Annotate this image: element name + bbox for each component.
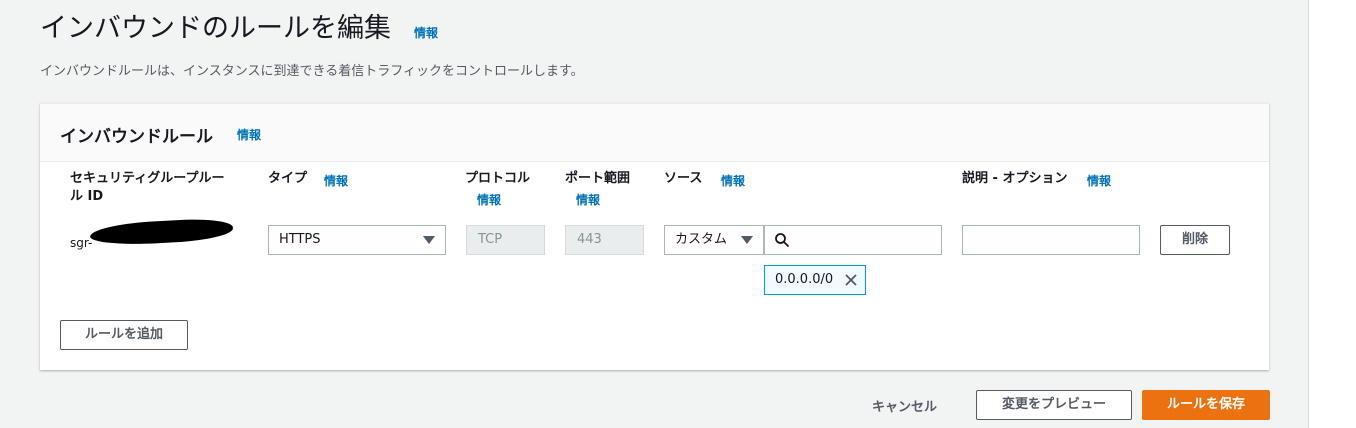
column-header-source-info-link[interactable]: 情報 [721, 172, 745, 189]
cancel-button[interactable]: キャンセル [872, 396, 937, 415]
column-header-rule-id-line2: ル ID [70, 189, 104, 204]
column-header-rule-id: セキュリティグループルー ル ID [70, 170, 250, 206]
column-header-description-info-link[interactable]: 情報 [1087, 172, 1111, 189]
source-search-input[interactable] [764, 225, 942, 255]
source-type-select[interactable]: カスタム [664, 225, 764, 255]
source-type-select-value: カスタム [675, 232, 728, 247]
panel-header: インバウンドルール 情報 [40, 104, 1269, 162]
add-rule-button[interactable]: ルールを追加 [60, 320, 188, 350]
source-cidr-token-label: 0.0.0.0/0 [775, 272, 834, 287]
page-title-info-link[interactable]: 情報 [414, 24, 438, 41]
column-header-port-range: ポート範囲 [565, 171, 631, 186]
search-icon [775, 233, 789, 247]
close-icon[interactable] [843, 272, 859, 288]
save-rules-button[interactable]: ルールを保存 [1142, 390, 1270, 420]
preview-changes-button[interactable]: 変更をプレビュー [976, 390, 1132, 420]
column-header-type: タイプ [268, 171, 308, 186]
source-cidr-token: 0.0.0.0/0 [764, 265, 866, 295]
column-header-type-info-link[interactable]: 情報 [324, 172, 348, 189]
description-input[interactable] [962, 225, 1140, 255]
inbound-rules-panel: インバウンドルール 情報 セキュリティグループルー ル ID タイプ 情報 プロ… [40, 103, 1269, 370]
delete-rule-button[interactable]: 削除 [1160, 225, 1230, 255]
panel-info-link[interactable]: 情報 [237, 126, 261, 143]
rule-id-value: sgr- [70, 236, 93, 250]
column-header-protocol-info-link[interactable]: 情報 [477, 191, 501, 208]
caret-down-icon [741, 236, 753, 244]
column-header-source: ソース [664, 171, 703, 186]
column-header-port-range-info-link[interactable]: 情報 [576, 191, 600, 208]
caret-down-icon [423, 236, 435, 244]
protocol-field: TCP [466, 225, 545, 255]
type-select[interactable]: HTTPS [268, 225, 446, 255]
port-range-field: 443 [565, 225, 644, 255]
column-header-protocol: プロトコル [465, 171, 531, 186]
column-header-description: 説明 - オプション [962, 171, 1068, 186]
redaction-mark [89, 217, 234, 247]
page-title: インバウンドのルールを編集 [40, 13, 391, 44]
column-header-rule-id-line1: セキュリティグループルー [70, 171, 225, 186]
panel-title: インバウンドルール [60, 127, 213, 147]
type-select-value: HTTPS [279, 232, 321, 247]
window-right-gutter [1308, 0, 1356, 428]
page-description: インバウンドルールは、インスタンスに到達できる着信トラフィックをコントロールしま… [40, 64, 584, 79]
